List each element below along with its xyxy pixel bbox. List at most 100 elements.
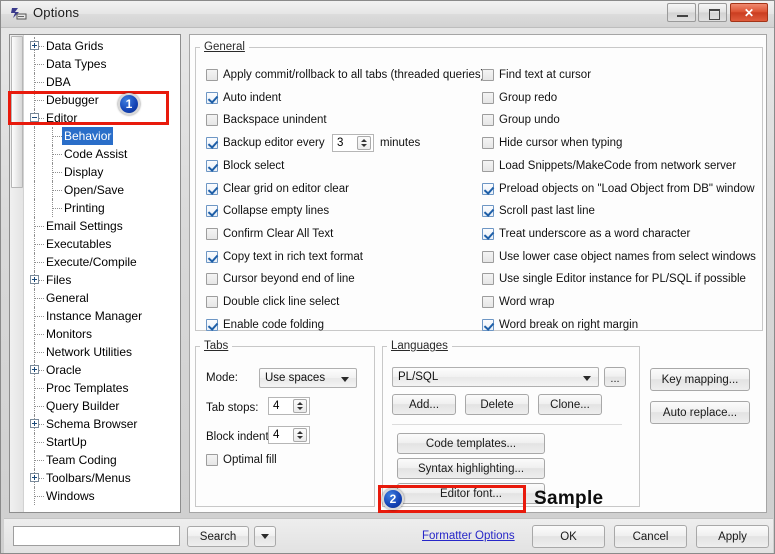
checkbox-use-single-editor-instance-for-pl-sql-if[interactable] bbox=[482, 273, 494, 286]
checkbox-cursor-beyond-end-of-line[interactable] bbox=[206, 273, 218, 286]
checkbox-treat-underscore-as-a-word-character[interactable] bbox=[482, 227, 494, 240]
tree-item-email-settings[interactable]: Email Settings bbox=[24, 217, 180, 235]
tree-item-label: Data Types bbox=[46, 57, 107, 71]
maximize-icon bbox=[709, 9, 720, 20]
tree-item-instance-manager[interactable]: Instance Manager bbox=[24, 307, 180, 325]
tree-item-startup[interactable]: StartUp bbox=[24, 433, 180, 451]
clone-language-button[interactable]: Clone... bbox=[538, 394, 602, 415]
tree-item-label: Proc Templates bbox=[46, 381, 129, 395]
expand-icon[interactable] bbox=[30, 41, 39, 50]
expand-icon[interactable] bbox=[30, 419, 39, 428]
ok-button[interactable]: OK bbox=[532, 525, 605, 548]
minimize-button[interactable] bbox=[667, 3, 696, 22]
checkbox-backspace-unindent[interactable] bbox=[206, 114, 218, 127]
tree-item-open-save[interactable]: Open/Save bbox=[24, 181, 180, 199]
expand-icon[interactable] bbox=[30, 473, 39, 482]
tree-item-display[interactable]: Display bbox=[24, 163, 180, 181]
close-button[interactable]: ✕ bbox=[730, 3, 768, 22]
delete-language-button[interactable]: Delete bbox=[465, 394, 529, 415]
checkbox-label: Double click line select bbox=[223, 296, 340, 308]
tree-item-monitors[interactable]: Monitors bbox=[24, 325, 180, 343]
tree-item-team-coding[interactable]: Team Coding bbox=[24, 451, 180, 469]
formatter-options-link[interactable]: Formatter Options bbox=[422, 530, 515, 542]
checkbox-load-snippets-makecode-from-network-serv[interactable] bbox=[482, 159, 494, 172]
checkbox-hide-cursor-when-typing[interactable] bbox=[482, 137, 494, 150]
collapse-icon[interactable] bbox=[30, 113, 39, 122]
tree-guide-tick bbox=[52, 208, 62, 209]
checkbox-use-lower-case-object-names-from-select-[interactable] bbox=[482, 250, 494, 263]
block-indent-spin-buttons[interactable] bbox=[293, 428, 307, 442]
tree-item-schema-browser[interactable]: Schema Browser bbox=[24, 415, 180, 433]
syntax-highlighting-button[interactable]: Syntax highlighting... bbox=[397, 458, 545, 479]
checkbox-group-redo[interactable] bbox=[482, 91, 494, 104]
checkbox-label: Find text at cursor bbox=[499, 69, 592, 81]
tree-item-executables[interactable]: Executables bbox=[24, 235, 180, 253]
expand-icon[interactable] bbox=[30, 365, 39, 374]
block-indent-spinner[interactable]: 4 bbox=[268, 426, 310, 444]
tree-item-windows[interactable]: Windows bbox=[24, 487, 180, 505]
tree-item-data-types[interactable]: Data Types bbox=[24, 55, 180, 73]
tree-item-files[interactable]: Files bbox=[24, 271, 180, 289]
checkbox-preload-objects-on-load-object-from-db-w[interactable] bbox=[482, 182, 494, 195]
optimal-fill-checkbox[interactable] bbox=[206, 454, 218, 466]
cancel-button[interactable]: Cancel bbox=[614, 525, 687, 548]
tree-guide-tick bbox=[34, 442, 44, 443]
tree-item-dba[interactable]: DBA bbox=[24, 73, 180, 91]
mode-label: Mode: bbox=[206, 372, 238, 384]
checkbox-auto-indent[interactable] bbox=[206, 91, 218, 104]
tree-item-query-builder[interactable]: Query Builder bbox=[24, 397, 180, 415]
auto-replace-button[interactable]: Auto replace... bbox=[650, 401, 750, 424]
checkbox-label: Use lower case object names from select … bbox=[499, 250, 756, 263]
tree-guide-tick bbox=[34, 82, 44, 83]
tree-scrollbar[interactable] bbox=[10, 35, 24, 512]
tree-item-network-utilities[interactable]: Network Utilities bbox=[24, 343, 180, 361]
tree-item-behavior[interactable]: Behavior bbox=[24, 127, 180, 145]
expand-icon[interactable] bbox=[30, 275, 39, 284]
tree-item-debugger[interactable]: Debugger bbox=[24, 91, 180, 109]
maximize-button[interactable] bbox=[698, 3, 727, 22]
tree-item-label: Behavior bbox=[62, 127, 114, 145]
checkbox-word-break-on-right-margin[interactable] bbox=[482, 318, 494, 331]
checkbox-label: Scroll past last line bbox=[499, 205, 595, 218]
language-combobox[interactable]: PL/SQL bbox=[392, 367, 599, 387]
checkbox-enable-code-folding[interactable] bbox=[206, 318, 218, 331]
tree-item-editor[interactable]: Editor bbox=[24, 109, 180, 127]
tab-mode-combobox[interactable]: Use spaces bbox=[259, 368, 357, 388]
tree-item-toolbars-menus[interactable]: Toolbars/Menus bbox=[24, 469, 180, 487]
search-input[interactable] bbox=[13, 526, 180, 546]
editor-font-button[interactable]: Editor font... bbox=[397, 483, 545, 504]
checkbox-clear-grid-on-editor-clear[interactable] bbox=[206, 182, 218, 195]
checkbox-copy-text-in-rich-text-format[interactable] bbox=[206, 250, 218, 263]
tab-stops-spinner[interactable]: 4 bbox=[268, 397, 310, 415]
search-dropdown-button[interactable] bbox=[254, 526, 276, 547]
backup-interval-spin-buttons[interactable] bbox=[357, 136, 371, 151]
add-language-button[interactable]: Add... bbox=[392, 394, 456, 415]
checkbox-backup-editor-every[interactable] bbox=[206, 137, 218, 150]
tree-scrollbar-thumb[interactable] bbox=[11, 36, 23, 188]
tree-item-execute-compile[interactable]: Execute/Compile bbox=[24, 253, 180, 271]
code-templates-button[interactable]: Code templates... bbox=[397, 433, 545, 454]
tab-stops-spin-buttons[interactable] bbox=[293, 399, 307, 413]
language-browse-button[interactable]: ... bbox=[604, 367, 626, 387]
checkbox-scroll-past-last-line[interactable] bbox=[482, 205, 494, 218]
checkbox-double-click-line-select[interactable] bbox=[206, 296, 218, 308]
search-button[interactable]: Search bbox=[187, 526, 249, 547]
apply-button[interactable]: Apply bbox=[696, 525, 769, 548]
checkbox-group-undo[interactable] bbox=[482, 114, 494, 127]
checkbox-apply-commit-rollback-to-all-tabs-thread[interactable] bbox=[206, 69, 218, 81]
checkbox-find-text-at-cursor[interactable] bbox=[482, 69, 494, 81]
backup-interval-spinner[interactable]: 3 bbox=[332, 134, 374, 153]
checkbox-block-select[interactable] bbox=[206, 159, 218, 172]
tree-item-proc-templates[interactable]: Proc Templates bbox=[24, 379, 180, 397]
checkbox-collapse-empty-lines[interactable] bbox=[206, 205, 218, 218]
tree-item-oracle[interactable]: Oracle bbox=[24, 361, 180, 379]
tree-item-data-grids[interactable]: Data Grids bbox=[24, 37, 180, 55]
tree-item-printing[interactable]: Printing bbox=[24, 199, 180, 217]
checkbox-word-wrap[interactable] bbox=[482, 296, 494, 308]
checkbox-confirm-clear-all-text[interactable] bbox=[206, 227, 218, 240]
checkbox-label: Use single Editor instance for PL/SQL if… bbox=[499, 273, 746, 286]
tree-item-code-assist[interactable]: Code Assist bbox=[24, 145, 180, 163]
tree-item-label: Query Builder bbox=[46, 399, 120, 413]
key-mapping-button[interactable]: Key mapping... bbox=[650, 368, 750, 391]
tree-item-general[interactable]: General bbox=[24, 289, 180, 307]
